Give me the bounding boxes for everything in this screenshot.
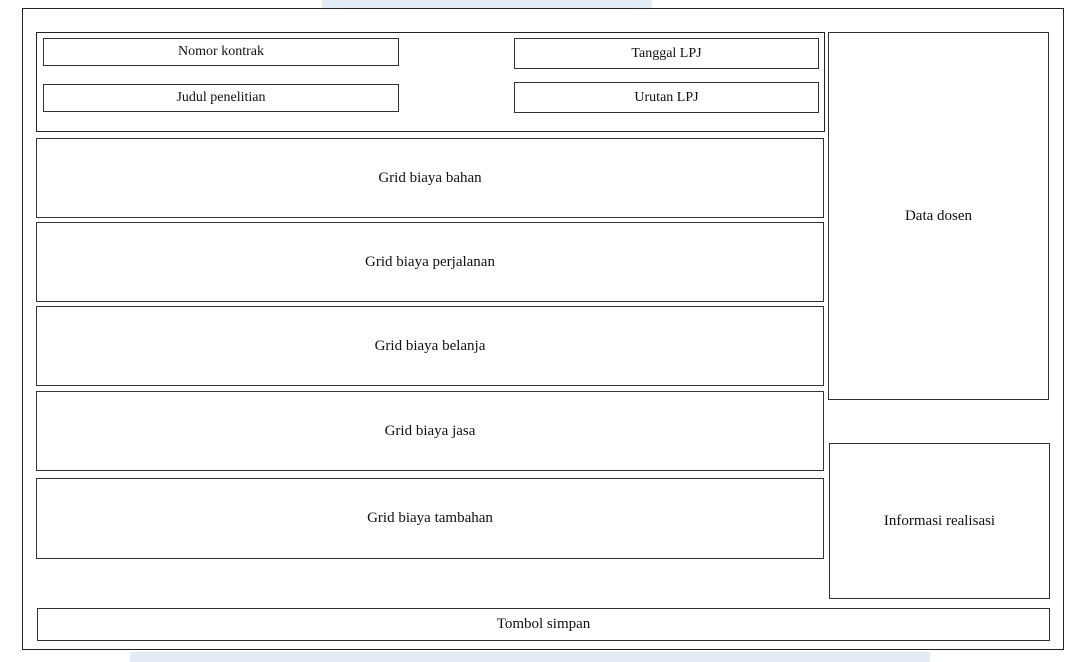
urutan-lpj-field[interactable]: Urutan LPJ bbox=[514, 82, 819, 113]
grid-biaya-jasa-label: Grid biaya jasa bbox=[384, 422, 476, 439]
grid-biaya-perjalanan[interactable]: Grid biaya perjalanan bbox=[36, 222, 824, 302]
tanggal-lpj-field[interactable]: Tanggal LPJ bbox=[514, 38, 819, 69]
urutan-lpj-label: Urutan LPJ bbox=[634, 89, 699, 105]
data-dosen-label: Data dosen bbox=[904, 207, 973, 224]
nomor-kontrak-label: Nomor kontrak bbox=[178, 44, 264, 59]
judul-penelitian-label: Judul penelitian bbox=[176, 90, 266, 105]
grid-biaya-tambahan[interactable]: Grid biaya tambahan bbox=[36, 478, 824, 559]
judul-penelitian-field[interactable]: Judul penelitian bbox=[43, 84, 399, 112]
grid-biaya-bahan-label: Grid biaya bahan bbox=[378, 169, 482, 186]
nomor-kontrak-field[interactable]: Nomor kontrak bbox=[43, 38, 399, 66]
grid-biaya-belanja-label: Grid biaya belanja bbox=[374, 337, 486, 354]
tanggal-lpj-label: Tanggal LPJ bbox=[631, 45, 702, 61]
save-button-label: Tombol simpan bbox=[496, 616, 591, 632]
grid-biaya-jasa[interactable]: Grid biaya jasa bbox=[36, 391, 824, 471]
grid-biaya-tambahan-label: Grid biaya tambahan bbox=[367, 510, 493, 526]
grid-biaya-belanja[interactable]: Grid biaya belanja bbox=[36, 306, 824, 386]
data-dosen-panel: Data dosen bbox=[828, 32, 1049, 400]
grid-biaya-perjalanan-label: Grid biaya perjalanan bbox=[365, 253, 495, 270]
informasi-realisasi-label: Informasi realisasi bbox=[883, 512, 996, 529]
grid-biaya-bahan[interactable]: Grid biaya bahan bbox=[36, 138, 824, 218]
informasi-realisasi-panel: Informasi realisasi bbox=[829, 443, 1050, 599]
watermark-bottom bbox=[130, 652, 930, 662]
save-button[interactable]: Tombol simpan bbox=[37, 608, 1050, 641]
watermark-top bbox=[322, 0, 652, 8]
